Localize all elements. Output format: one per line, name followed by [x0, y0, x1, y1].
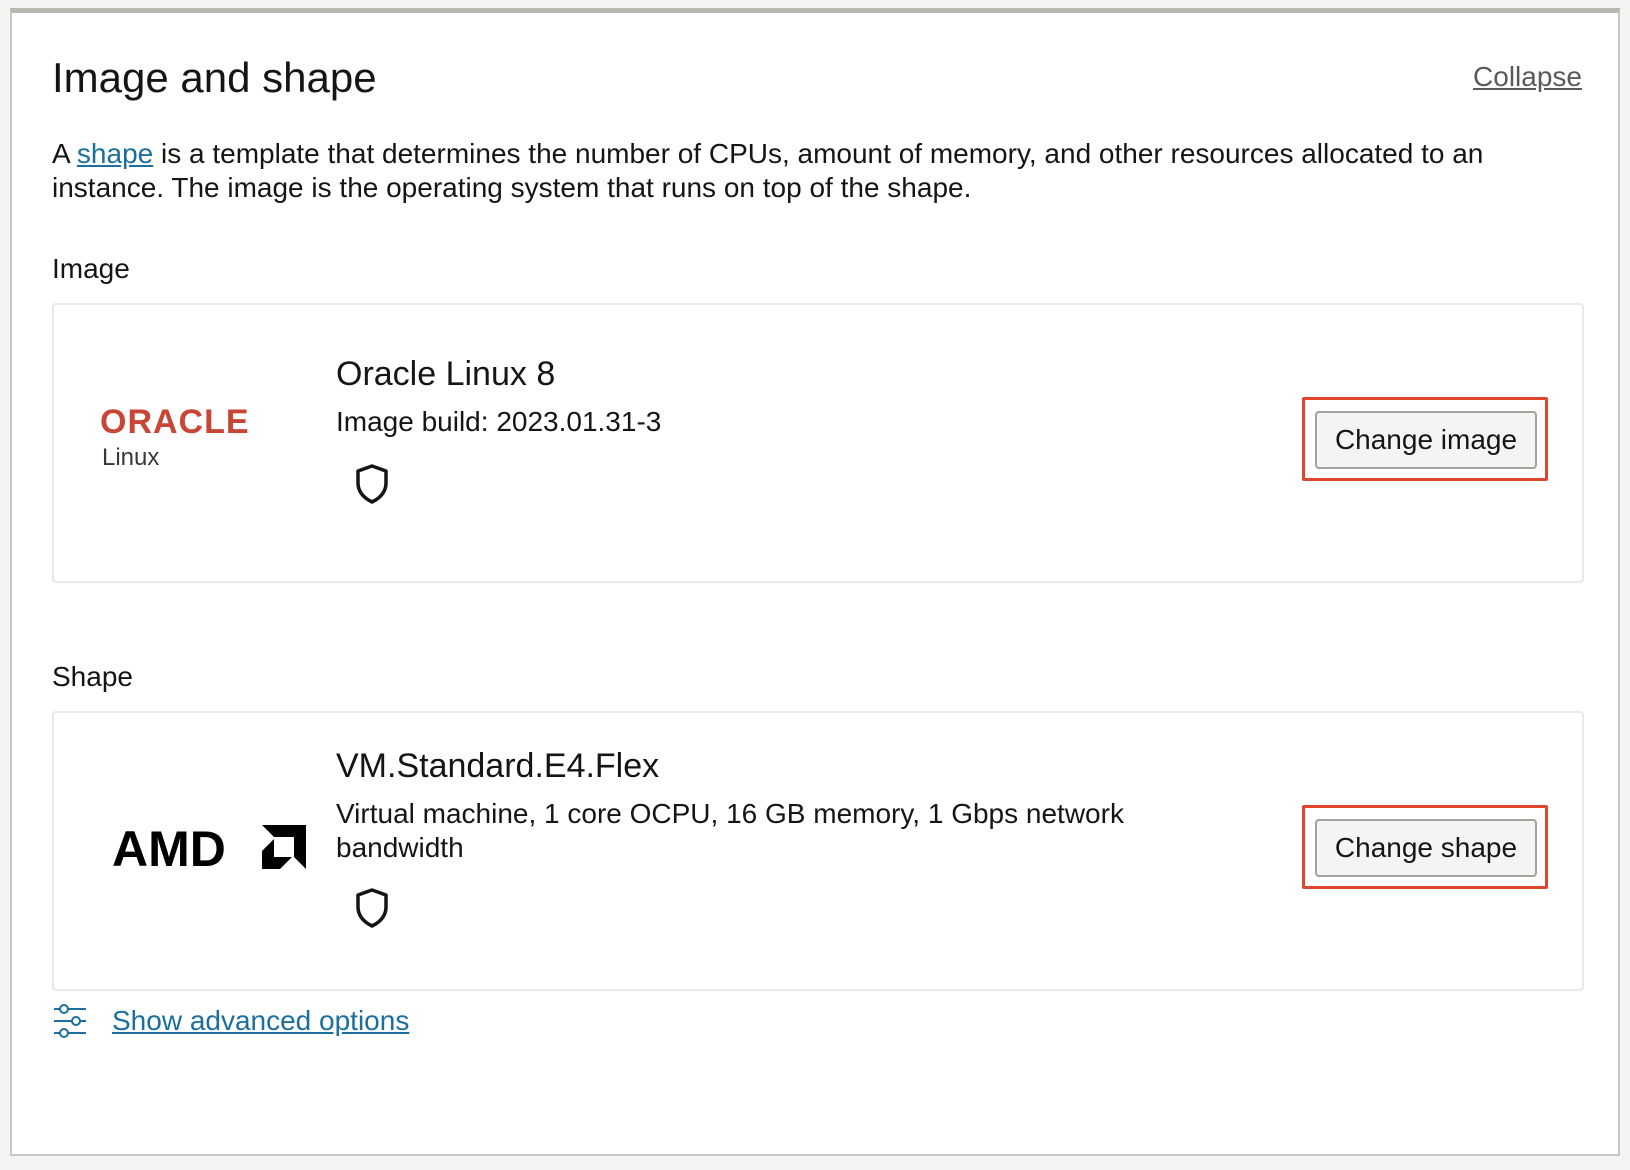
amd-logo-wordmark: AMD: [112, 823, 226, 873]
collapse-link[interactable]: Collapse: [1473, 61, 1582, 93]
linux-logo-wordmark: Linux: [102, 444, 159, 471]
show-advanced-options-link[interactable]: Show advanced options: [112, 1005, 409, 1037]
intro-text: A shape is a template that determines th…: [52, 137, 1532, 205]
image-and-shape-panel: Image and shape Collapse A shape is a te…: [10, 8, 1620, 1156]
shape-name: VM.Standard.E4.Flex: [336, 747, 660, 785]
panel-title: Image and shape: [52, 54, 377, 101]
shield-icon: [356, 464, 388, 504]
image-card: ORACLE Linux Oracle Linux 8 Image build:…: [52, 303, 1584, 583]
amd-logo-graphic: AMD: [112, 821, 306, 877]
change-shape-highlight: Change shape: [1302, 805, 1548, 889]
oracle-logo-graphic: ORACLE Linux: [100, 403, 250, 471]
change-shape-button[interactable]: Change shape: [1315, 819, 1537, 877]
image-name: Oracle Linux 8: [336, 355, 556, 393]
shape-link[interactable]: shape: [77, 138, 153, 169]
image-section-label: Image: [52, 253, 130, 284]
oracle-linux-logo: ORACLE Linux: [100, 401, 280, 476]
intro-suffix: is a template that determines the number…: [52, 138, 1484, 203]
shield-icon: [356, 888, 388, 928]
amd-logo: AMD: [112, 821, 308, 878]
oracle-logo-wordmark: ORACLE: [100, 403, 250, 441]
image-build: Image build: 2023.01.31-3: [336, 406, 662, 437]
shape-description: Virtual machine, 1 core OCPU, 16 GB memo…: [336, 798, 1124, 863]
shape-card: AMD VM.Standard.E4.Flex Virtual machine,…: [52, 711, 1584, 991]
advanced-options-row[interactable]: Show advanced options: [52, 1001, 409, 1041]
sliders-icon: [54, 1004, 86, 1038]
shape-section-label: Shape: [52, 661, 133, 692]
change-image-button[interactable]: Change image: [1315, 411, 1537, 469]
change-image-highlight: Change image: [1302, 397, 1548, 481]
intro-prefix: A: [52, 138, 77, 169]
